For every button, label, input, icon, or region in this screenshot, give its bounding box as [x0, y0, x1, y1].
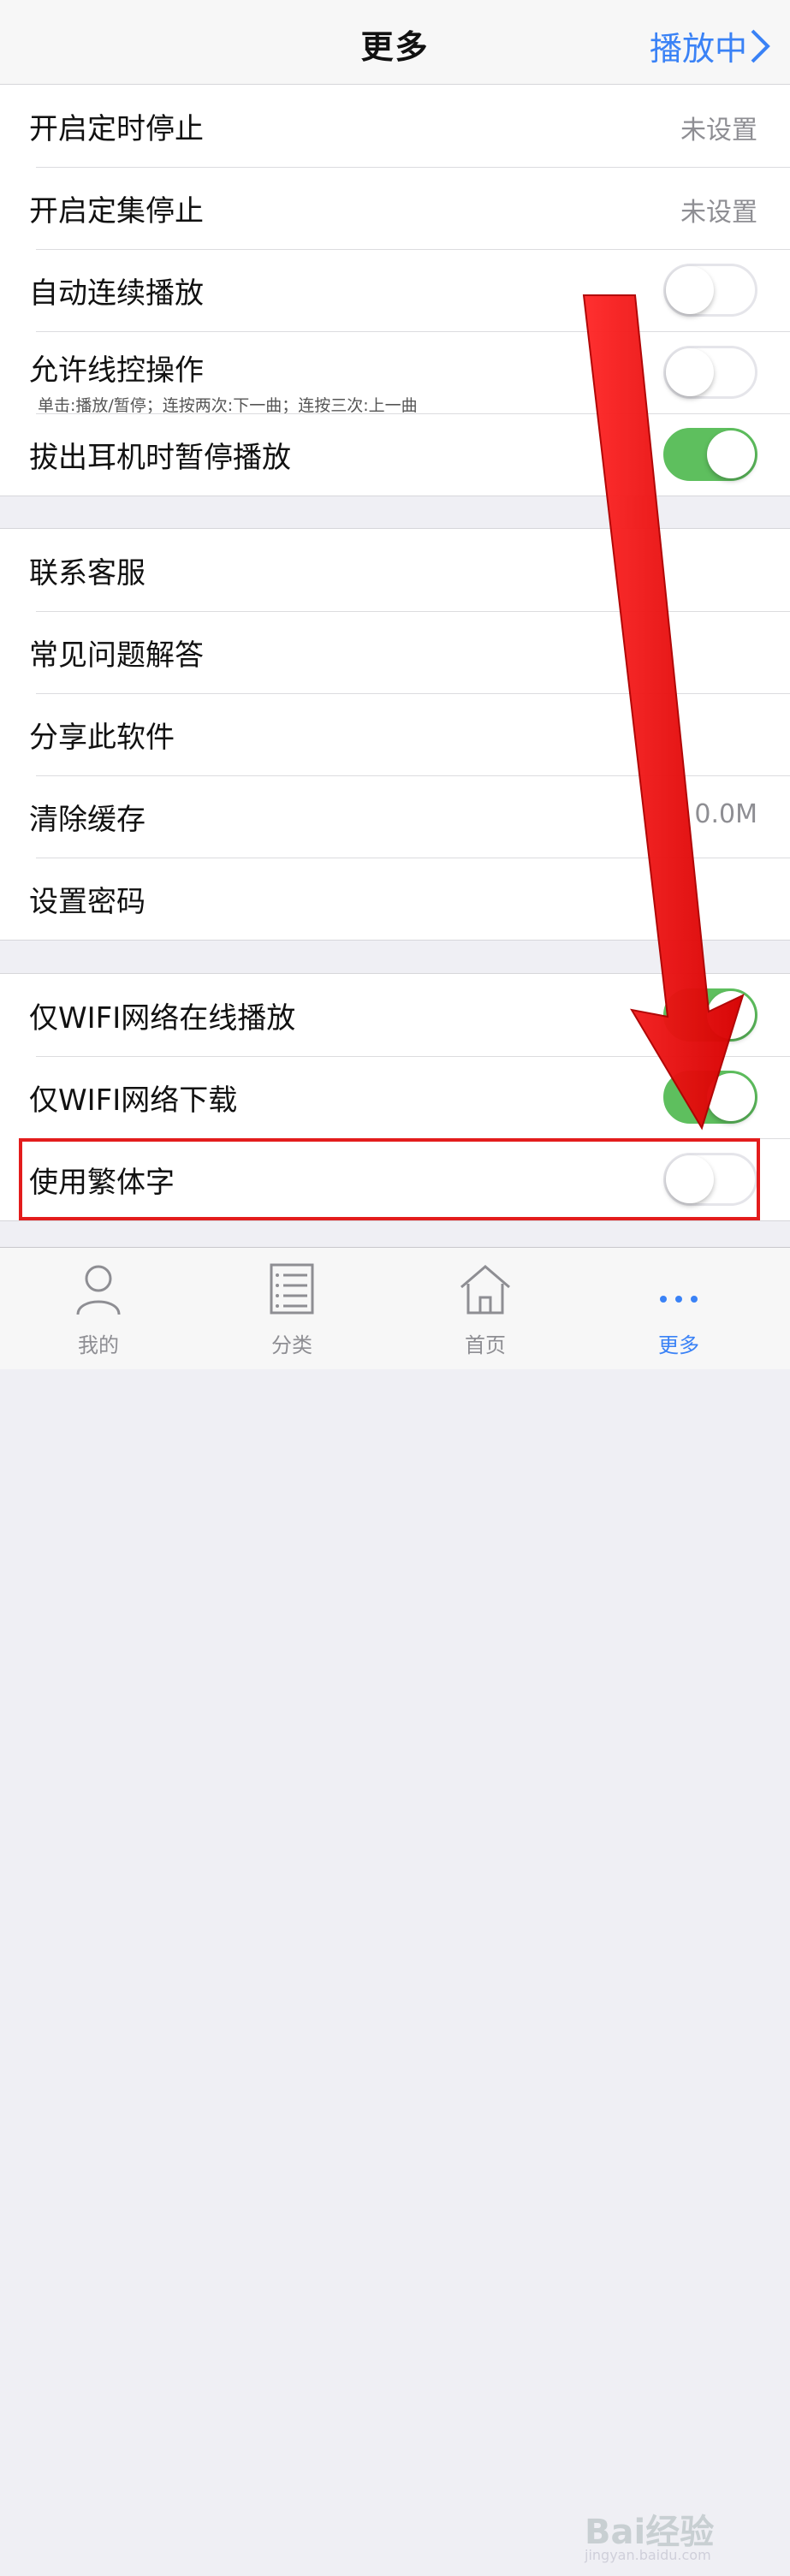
row-headphone-pause: 拔出耳机时暂停播放 [0, 413, 790, 496]
row-label: 仅WIFI网络下载 [29, 1083, 238, 1118]
cache-size: 0.0M [694, 799, 757, 829]
row-traditional-chinese: 使用繁体字 [0, 1138, 790, 1220]
toggle-knob [666, 1155, 714, 1203]
wifi-stream-toggle[interactable] [663, 988, 757, 1042]
navigation-bar: 更多 播放中 [0, 0, 790, 85]
tab-more[interactable]: 更多 [580, 1248, 777, 1369]
row-label: 使用繁体字 [29, 1166, 175, 1200]
row-label: 自动连续播放 [29, 276, 204, 311]
person-icon [76, 1265, 121, 1315]
settings-group-playback: 开启定时停止 未设置 开启定集停止 未设置 自动连续播放 允许线控操作 单击:播… [0, 84, 790, 496]
chevron-right-icon[interactable] [742, 27, 776, 65]
baidu-watermark: Bai经验 jingyan.baidu.com [585, 2499, 739, 2576]
toggle-knob [666, 266, 714, 314]
row-value: 未设置 [680, 116, 757, 145]
row-remote-control: 允许线控操作 单击:播放/暂停；连按两次:下一曲；连按三次:上一曲 [0, 331, 790, 415]
tab-label: 我的 [78, 1333, 119, 1357]
row-contact-service[interactable]: 联系客服 [0, 529, 790, 611]
row-label: 开启定集停止 [29, 194, 204, 229]
row-label: 仅WIFI网络在线播放 [29, 1001, 296, 1036]
remote-control-toggle[interactable] [663, 346, 757, 399]
row-label: 设置密码 [29, 885, 146, 919]
row-share-app[interactable]: 分享此软件 [0, 693, 790, 775]
row-label: 分享此软件 [29, 721, 175, 755]
wifi-download-toggle[interactable] [663, 1071, 757, 1124]
row-auto-continue: 自动连续播放 [0, 249, 790, 331]
row-set-password[interactable]: 设置密码 [0, 858, 790, 940]
row-wifi-only-download: 仅WIFI网络下载 [0, 1056, 790, 1138]
tab-category[interactable]: 分类 [193, 1248, 390, 1369]
settings-group-support: 联系客服 常见问题解答 分享此软件 清除缓存 0.0M 设置密码 [0, 528, 790, 941]
row-timer-stop[interactable]: 开启定时停止 未设置 [0, 85, 790, 167]
toggle-knob [666, 348, 714, 396]
row-clear-cache[interactable]: 清除缓存 0.0M [0, 775, 790, 858]
now-playing-button[interactable]: 播放中 [650, 22, 747, 69]
row-label: 拔出耳机时暂停播放 [29, 441, 291, 475]
tab-label: 更多 [658, 1333, 699, 1357]
tab-home[interactable]: 首页 [387, 1248, 584, 1369]
auto-continue-toggle[interactable] [663, 264, 757, 317]
list-icon [270, 1263, 314, 1315]
row-hint: 单击:播放/暂停；连按两次:下一曲；连按三次:上一曲 [38, 396, 418, 415]
settings-group-network: 仅WIFI网络在线播放 仅WIFI网络下载 使用繁体字 [0, 973, 790, 1221]
tab-label: 首页 [465, 1333, 506, 1357]
home-icon [460, 1265, 510, 1315]
tab-label: 分类 [271, 1333, 312, 1357]
row-faq[interactable]: 常见问题解答 [0, 611, 790, 693]
more-icon [660, 1296, 698, 1303]
row-wifi-only-stream: 仅WIFI网络在线播放 [0, 974, 790, 1056]
watermark-url: jingyan.baidu.com [585, 2547, 711, 2563]
toggle-knob [707, 1073, 755, 1121]
toggle-knob [707, 430, 755, 478]
tab-mine[interactable]: 我的 [0, 1248, 197, 1369]
row-label: 开启定时停止 [29, 112, 204, 146]
row-value: 未设置 [680, 198, 757, 228]
row-label: 联系客服 [29, 556, 146, 591]
traditional-chinese-toggle[interactable] [663, 1153, 757, 1206]
tab-bar: 我的 分类 首页 更多 Bai经验 jingyan.baidu.com [0, 1247, 790, 2563]
row-label: 常见问题解答 [29, 638, 204, 673]
headphone-pause-toggle[interactable] [663, 428, 757, 481]
row-episode-stop[interactable]: 开启定集停止 未设置 [0, 167, 790, 249]
toggle-knob [707, 991, 755, 1039]
row-label: 清除缓存 [29, 803, 146, 837]
row-label: 允许线控操作 [29, 353, 204, 388]
